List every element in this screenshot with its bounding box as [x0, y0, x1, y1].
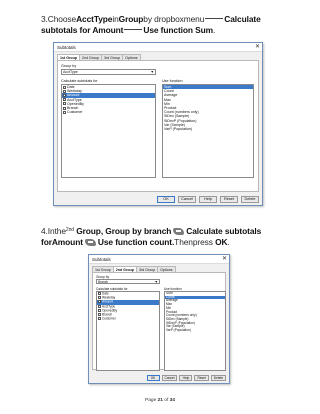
group-by-value: AcctType [63, 70, 78, 74]
calculate-fields-list[interactable]: Date Weekday Amount AcctType OpenedBy Br… [96, 291, 160, 371]
group-by-label: Group by [61, 64, 77, 68]
step-4-superscript: 2nd [65, 227, 74, 233]
chevron-down-icon: ▼ [150, 70, 154, 74]
delete-button[interactable]: Delete [241, 196, 259, 203]
step-3-bold-function: Use function Sum [143, 25, 213, 35]
pencil-icon [173, 228, 185, 235]
tab-1st-group[interactable]: 1st Group [57, 54, 80, 60]
checkbox-icon[interactable] [63, 85, 66, 89]
step-4-bold-calculate: Calculate subtotals [186, 226, 262, 236]
step-4-text: Thenpress [174, 237, 213, 247]
field-item-customer[interactable]: Customer [62, 110, 155, 114]
checkbox-icon[interactable] [63, 102, 66, 106]
field-item-customer[interactable]: Customer [97, 317, 159, 321]
step-3-text: by dropboxmenu [143, 14, 205, 24]
function-item-varp[interactable]: VarP (Population) [163, 127, 253, 131]
group-by-select[interactable]: Branch ▼ [96, 279, 160, 284]
use-function-list[interactable]: Sum Count Average Max Min Product Count … [164, 291, 226, 371]
close-icon[interactable]: ✕ [222, 255, 227, 264]
use-function-list[interactable]: Sum Count Average Max Min Product Count … [162, 84, 254, 178]
step-3-bold-accttype: AcctType [76, 14, 113, 24]
step-4-bold-function: Use function count. [97, 237, 175, 247]
subtotals-dialog-1st-group: Subtotals ✕ 1st Group 2nd Group 3rd Grou… [53, 42, 263, 206]
checkbox-icon[interactable] [63, 98, 66, 102]
checkbox-icon[interactable] [98, 308, 101, 312]
checkbox-icon[interactable] [98, 292, 101, 295]
subtotals-dialog-2nd-group: Subtotals ✕ 1st Group 2nd Group 3rd Grou… [88, 254, 230, 384]
pencil-icon [84, 239, 96, 246]
checkbox-icon[interactable] [98, 304, 101, 308]
checkbox-icon[interactable] [63, 89, 66, 93]
step-3-bold-group: Group [118, 14, 144, 24]
calculate-subtotals-label: Calculate subtotals for [61, 79, 98, 83]
step-4-bold-group: Group, [76, 226, 104, 236]
delete-button[interactable]: Delete [210, 375, 226, 381]
checkbox-icon[interactable] [98, 317, 101, 321]
checkbox-checked-icon[interactable] [98, 300, 101, 304]
step-4-instruction: 4.Inthe2nd Group, Group by branch Calcula… [41, 226, 262, 247]
chevron-down-icon: ▼ [154, 280, 158, 284]
tab-panel: Group by AcctType ▼ Calculate subtotals … [57, 60, 259, 192]
step-3-text: 3.Choose [41, 14, 77, 24]
use-function-label: Use function [162, 79, 183, 83]
group-by-select[interactable]: AcctType ▼ [61, 69, 156, 75]
arrow-icon [124, 29, 143, 30]
step-4-bold-ok: OK [215, 237, 228, 247]
arrow-icon [205, 18, 224, 19]
step-4-text: 4.Inthe [41, 226, 66, 236]
close-icon[interactable]: ✕ [255, 43, 260, 52]
step-4-bold-groupby: Group by branch [105, 226, 172, 236]
calculate-fields-list[interactable]: Date Weekday Amount AcctType OpenedBy Br… [61, 84, 156, 178]
checkbox-icon[interactable] [98, 296, 101, 300]
function-item-varp[interactable]: VarP (Population) [165, 328, 225, 333]
tab-panel: Group by Branch ▼ Calculate subtotals fo… [92, 272, 226, 371]
dialog-title-bar: Subtotals ✕ [89, 255, 229, 264]
dialog-title-bar: Subtotals ✕ [54, 43, 262, 52]
cancel-button[interactable]: Cancel [161, 375, 178, 381]
dialog-button-row: OK Cancel Help Reset Delete [154, 196, 259, 203]
cancel-button[interactable]: Cancel [178, 196, 196, 203]
reset-button[interactable]: Reset [194, 375, 209, 381]
dialog-title: Subtotals [57, 45, 76, 50]
step-3-instruction: 3.ChooseAcctTypeinGroupby dropboxmenu Cal… [41, 14, 261, 35]
checkbox-icon[interactable] [98, 313, 101, 317]
group-by-value: Branch [98, 280, 109, 284]
dialog-title: Subtotals [92, 257, 111, 262]
checkbox-icon[interactable] [63, 106, 66, 110]
help-button[interactable]: Help [179, 375, 193, 381]
dialog-button-row: OK Cancel Help Reset Delete [145, 375, 226, 381]
reset-button[interactable]: Reset [220, 196, 238, 203]
help-button[interactable]: Help [199, 196, 217, 203]
page-number: Page 21 of 34 [145, 398, 175, 403]
ok-button[interactable]: OK [146, 375, 160, 381]
checkbox-icon[interactable] [63, 110, 66, 114]
page-total: 34 [169, 398, 175, 403]
ok-button[interactable]: OK [157, 196, 175, 203]
step-4-bold-amount: forAmount [41, 237, 83, 247]
checkbox-checked-icon[interactable] [63, 93, 66, 97]
tab-2nd-group[interactable]: 2nd Group [112, 266, 137, 272]
